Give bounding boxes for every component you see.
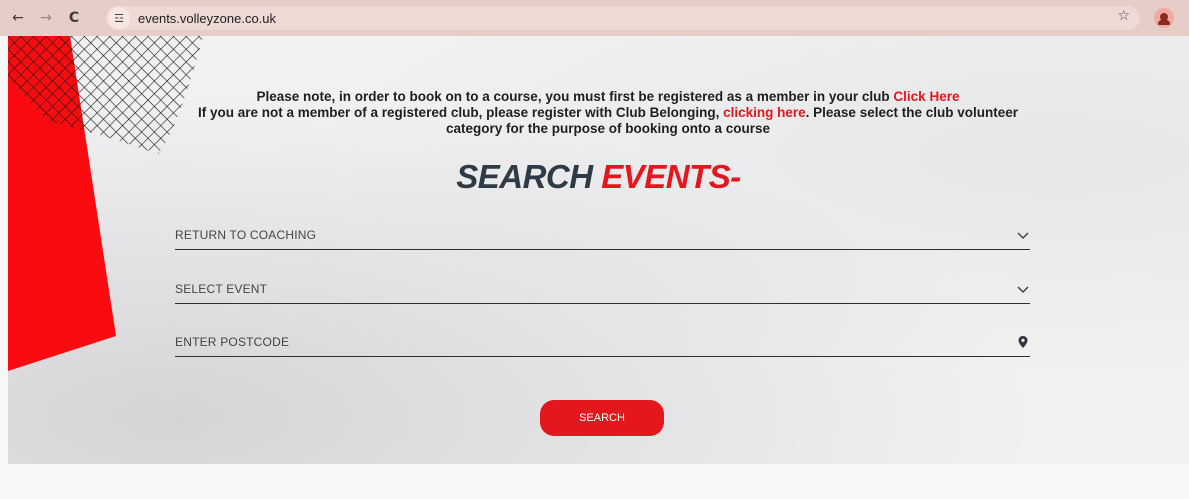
browser-toolbar: ← → C ☲ events.volleyzone.co.uk ☆ xyxy=(0,0,1189,36)
location-pin-icon[interactable] xyxy=(1016,335,1030,349)
page-title: SEARCH EVENTS- xyxy=(8,158,1189,196)
reload-icon[interactable]: C xyxy=(64,8,84,28)
title-search-word: SEARCH xyxy=(456,158,593,195)
chevron-down-icon[interactable] xyxy=(1016,228,1030,242)
url-text: events.volleyzone.co.uk xyxy=(138,10,277,26)
membership-notice: Please note, in order to book on to a co… xyxy=(168,89,1048,137)
postcode-input[interactable]: ENTER POSTCODE xyxy=(175,327,1030,357)
category-select[interactable]: RETURN TO COACHING xyxy=(175,220,1030,250)
forward-arrow-icon[interactable]: → xyxy=(36,8,56,28)
title-events-word: EVENTS- xyxy=(601,158,741,195)
postcode-input-placeholder: ENTER POSTCODE xyxy=(175,334,290,349)
bookmark-star-icon[interactable]: ☆ xyxy=(1117,8,1130,24)
event-select[interactable]: SELECT EVENT xyxy=(175,274,1030,304)
page-content: Please note, in order to book on to a co… xyxy=(8,36,1189,464)
club-click-here-link[interactable]: Click Here xyxy=(893,89,959,104)
club-belonging-link[interactable]: clicking here xyxy=(723,105,806,120)
search-button[interactable]: SEARCH xyxy=(540,400,664,436)
event-select-placeholder: SELECT EVENT xyxy=(175,281,268,296)
back-arrow-icon[interactable]: ← xyxy=(8,8,28,28)
notice-line2-text: If you are not a member of a registered … xyxy=(198,105,724,120)
category-select-value: RETURN TO COACHING xyxy=(175,227,317,242)
profile-avatar-icon[interactable] xyxy=(1154,8,1174,28)
notice-line1-text: Please note, in order to book on to a co… xyxy=(256,89,894,104)
address-bar[interactable]: ☲ events.volleyzone.co.uk ☆ xyxy=(106,6,1140,30)
site-settings-icon[interactable]: ☲ xyxy=(108,7,130,29)
chevron-down-icon[interactable] xyxy=(1016,282,1030,296)
